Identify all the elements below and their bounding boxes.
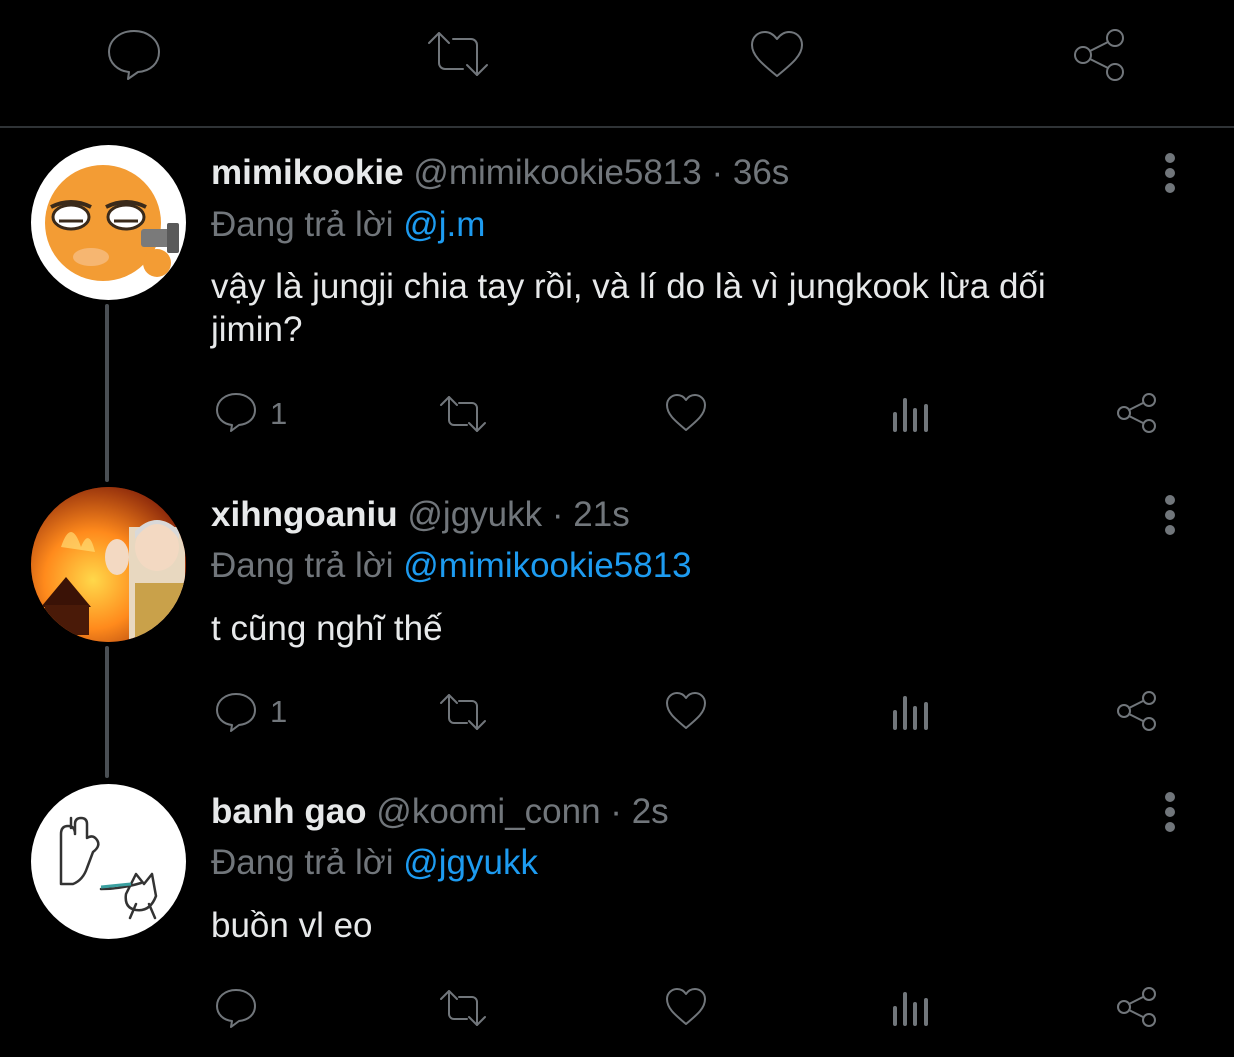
retweet-icon[interactable] xyxy=(438,988,488,1028)
separator-dot: · xyxy=(610,792,622,831)
replying-to: Đang trả lời @jgyukk xyxy=(211,843,538,883)
like-icon[interactable] xyxy=(664,691,708,731)
thread-line xyxy=(105,304,109,482)
share-icon[interactable] xyxy=(1114,985,1158,1029)
reply-icon[interactable] xyxy=(105,27,163,81)
like-icon[interactable] xyxy=(664,393,708,433)
avatar[interactable] xyxy=(31,784,186,939)
more-options-icon[interactable] xyxy=(1160,152,1180,194)
like-icon[interactable] xyxy=(748,29,806,81)
replying-to-label: Đang trả lời xyxy=(211,843,394,882)
retweet-icon[interactable] xyxy=(438,692,488,732)
reply-mention-link[interactable]: @j.m xyxy=(403,205,485,244)
display-name[interactable]: banh gao xyxy=(211,792,367,831)
thread-line xyxy=(105,646,109,778)
separator-dot: · xyxy=(711,153,724,192)
separator-dot: · xyxy=(551,495,564,534)
avatar[interactable] xyxy=(31,145,186,300)
retweet-icon[interactable] xyxy=(438,394,488,434)
handle[interactable]: @jgyukk xyxy=(407,495,542,534)
tweet-text: vậy là jungji chia tay rồi, và lí do là … xyxy=(211,267,1046,349)
more-options-icon[interactable] xyxy=(1160,791,1180,833)
more-options-icon[interactable] xyxy=(1160,494,1180,536)
tweet-text: buồn vl eo xyxy=(211,906,373,945)
reply-icon[interactable] xyxy=(214,390,258,434)
timestamp[interactable]: 2s xyxy=(632,792,669,831)
reply-icon[interactable] xyxy=(214,986,258,1030)
reply-mention-link[interactable]: @mimikookie5813 xyxy=(403,546,691,585)
analytics-icon[interactable] xyxy=(891,394,931,434)
handle[interactable]: @mimikookie5813 xyxy=(413,153,701,192)
display-name[interactable]: mimikookie xyxy=(211,153,404,192)
reply-icon[interactable] xyxy=(214,690,258,734)
top-action-bar xyxy=(0,0,1234,128)
avatar[interactable] xyxy=(31,487,186,642)
tweet-header: mimikookie @mimikookie5813 · 36s xyxy=(211,153,789,193)
share-icon[interactable] xyxy=(1070,27,1128,83)
tweet-header: xihngoaniu @jgyukk · 21s xyxy=(211,495,630,535)
share-icon[interactable] xyxy=(1114,391,1158,435)
replying-to-label: Đang trả lời xyxy=(211,546,394,585)
reply-count: 1 xyxy=(270,694,288,729)
tweet-text: t cũng nghĩ thế xyxy=(211,609,443,648)
reply-mention-link[interactable]: @jgyukk xyxy=(403,843,538,882)
replying-to: Đang trả lời @j.m xyxy=(211,205,485,245)
handle[interactable]: @koomi_conn xyxy=(376,792,600,831)
display-name[interactable]: xihngoaniu xyxy=(211,495,398,534)
timestamp[interactable]: 21s xyxy=(573,495,629,534)
timestamp[interactable]: 36s xyxy=(733,153,789,192)
replying-to-label: Đang trả lời xyxy=(211,205,394,244)
analytics-icon[interactable] xyxy=(891,988,931,1028)
replying-to: Đang trả lời @mimikookie5813 xyxy=(211,546,692,586)
analytics-icon[interactable] xyxy=(891,692,931,732)
tweet-header: banh gao @koomi_conn · 2s xyxy=(211,792,669,832)
share-icon[interactable] xyxy=(1114,689,1158,733)
retweet-icon[interactable] xyxy=(425,28,491,80)
reply-count: 1 xyxy=(270,396,288,431)
like-icon[interactable] xyxy=(664,987,708,1027)
